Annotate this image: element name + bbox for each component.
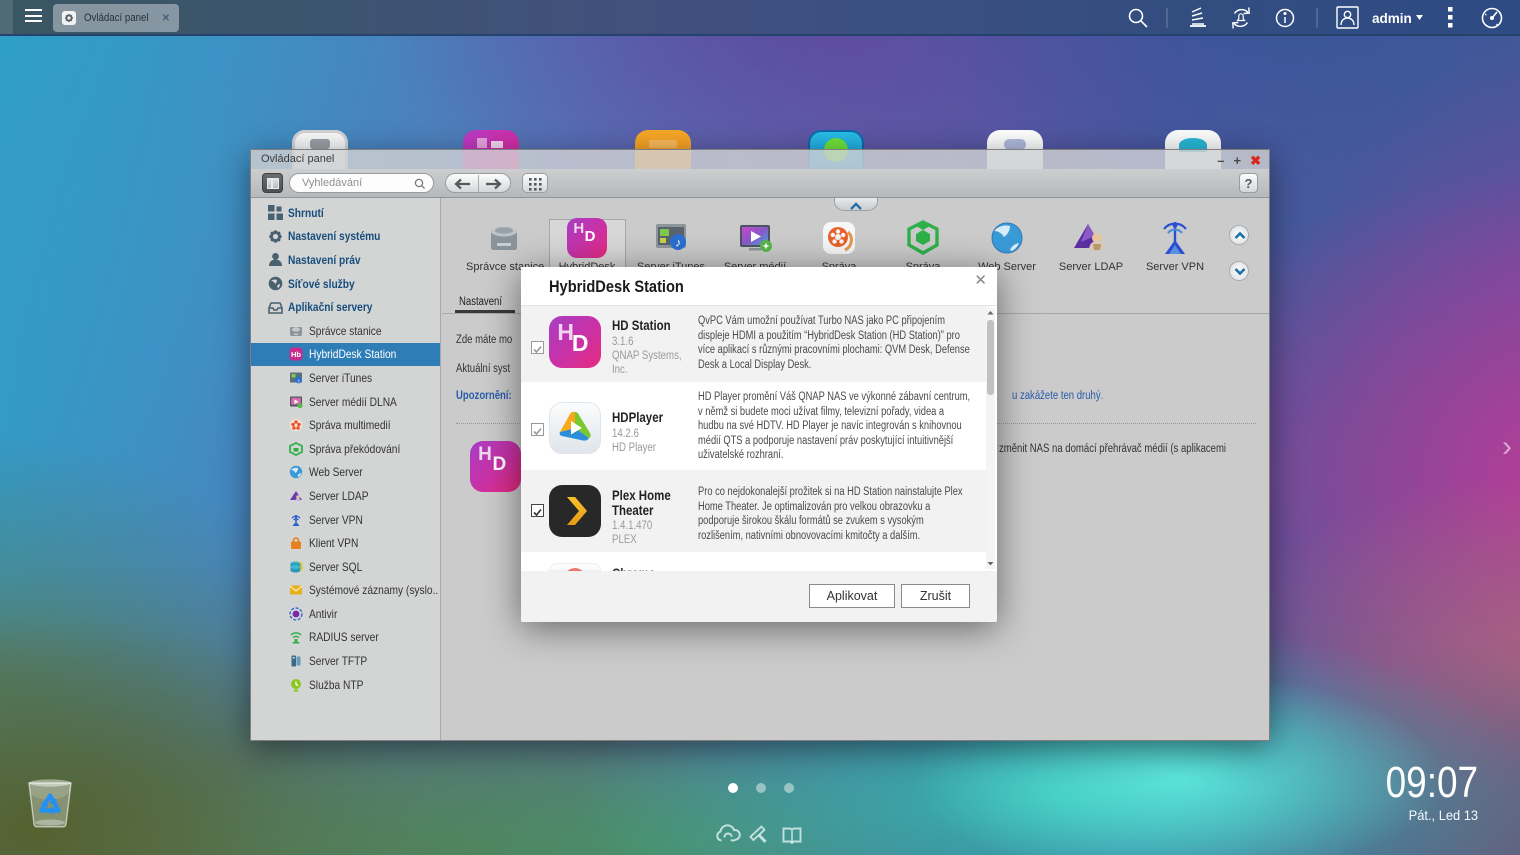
svg-text:admin: admin: [1372, 11, 1412, 26]
svg-text:Hb: Hb: [291, 350, 301, 359]
svg-text:♪: ♪: [675, 236, 681, 250]
svg-text:♪: ♪: [297, 378, 300, 384]
